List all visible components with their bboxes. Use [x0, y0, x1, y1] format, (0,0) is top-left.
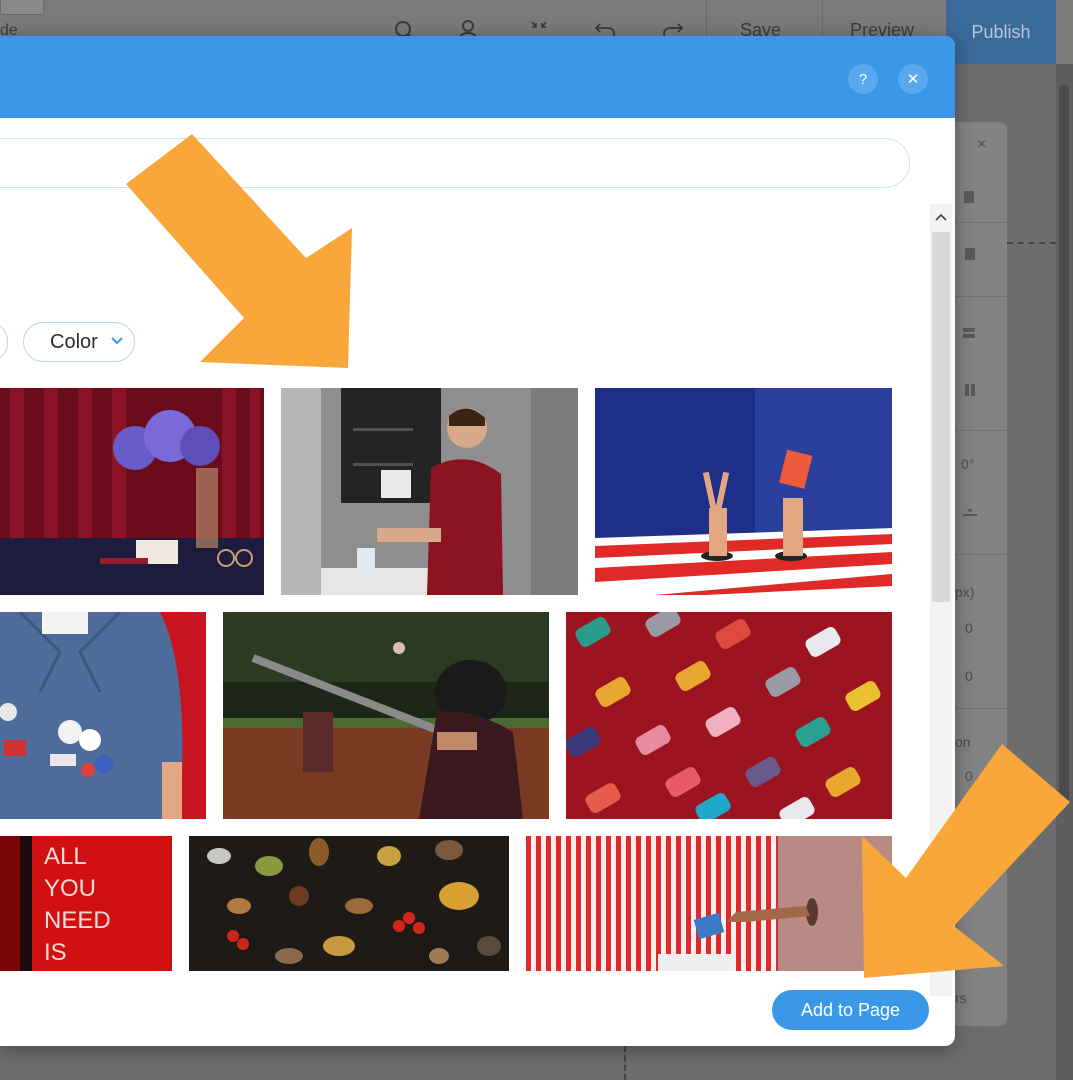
top-left-box — [0, 0, 44, 15]
width-value[interactable]: 0 — [965, 620, 973, 636]
editor-scrollbar[interactable] — [1056, 64, 1073, 1080]
neon-line-4: IS — [44, 939, 67, 966]
publish-button[interactable]: Publish — [946, 0, 1056, 64]
panel-close-icon[interactable]: × — [977, 136, 986, 154]
photo-thumbnail[interactable] — [189, 836, 509, 971]
color-filter-label: Color — [50, 330, 98, 353]
dialog-header: ? ✕ — [0, 36, 955, 118]
divider — [955, 554, 1007, 555]
rotation-value: 0° — [961, 456, 975, 472]
color-filter-dropdown[interactable]: Color — [23, 322, 135, 362]
copy-icon[interactable] — [961, 188, 979, 206]
photo-autumn-leaves — [189, 836, 509, 971]
photo-thumbnail[interactable] — [526, 836, 892, 971]
position-value[interactable]: 0 — [965, 768, 973, 784]
photo-purple-flowers — [0, 388, 264, 595]
align-icon[interactable] — [961, 324, 979, 342]
photo-thumbnail[interactable] — [223, 612, 549, 819]
divider — [955, 296, 1007, 297]
close-button[interactable]: ✕ — [898, 64, 928, 94]
editor-scrollbar-thumb[interactable] — [1059, 84, 1069, 804]
help-button[interactable]: ? — [848, 64, 878, 94]
dialog-scrollbar[interactable] — [930, 204, 952, 996]
photo-thumbnail[interactable] — [281, 388, 578, 595]
guide-line — [624, 1046, 626, 1080]
distribute-icon[interactable] — [961, 382, 979, 400]
neon-line-3: NEED — [44, 907, 111, 934]
media-picker-dialog: ? ✕ Color ALL YOU NEED IS Add to Page — [0, 36, 955, 1046]
trash-icon[interactable] — [961, 244, 979, 262]
divider — [955, 708, 1007, 709]
photo-denim-shirt-pins — [0, 612, 206, 819]
photo-baseball-batter — [223, 612, 549, 819]
photo-thumbnail[interactable] — [566, 612, 892, 819]
guide-line — [1007, 242, 1056, 244]
neon-line-2: YOU — [44, 875, 96, 902]
photo-peace-sign — [595, 388, 892, 595]
panel-link-text[interactable]: rs — [955, 990, 967, 1006]
photo-hand-card — [526, 836, 892, 971]
neon-line-1: ALL — [44, 843, 87, 870]
position-label: on — [955, 734, 971, 750]
divider — [955, 430, 1007, 431]
inspector-panel: × 0° px) 0 0 on 0 rs — [955, 122, 1007, 1026]
size-unit-label: px) — [955, 584, 975, 600]
photo-thumbnail[interactable] — [0, 612, 206, 819]
dialog-scrollbar-thumb[interactable] — [932, 232, 950, 602]
search-bar[interactable] — [0, 138, 910, 188]
add-to-page-button[interactable]: Add to Page — [772, 990, 929, 1030]
photo-boy-washing-hands — [281, 388, 578, 595]
flip-icon[interactable] — [961, 506, 979, 524]
divider — [955, 222, 1007, 223]
photo-thumbnail[interactable] — [0, 388, 264, 595]
chevron-down-icon — [110, 333, 124, 351]
filter-chip[interactable] — [0, 322, 8, 362]
photo-thumbnail[interactable]: ALL YOU NEED IS — [0, 836, 172, 971]
height-value[interactable]: 0 — [965, 668, 973, 684]
photo-hair-clips — [566, 612, 892, 819]
photo-neon-sign: ALL YOU NEED IS — [0, 836, 172, 971]
photo-thumbnail[interactable] — [595, 388, 892, 595]
scroll-up-icon[interactable] — [935, 210, 947, 224]
search-input[interactable] — [0, 139, 909, 187]
